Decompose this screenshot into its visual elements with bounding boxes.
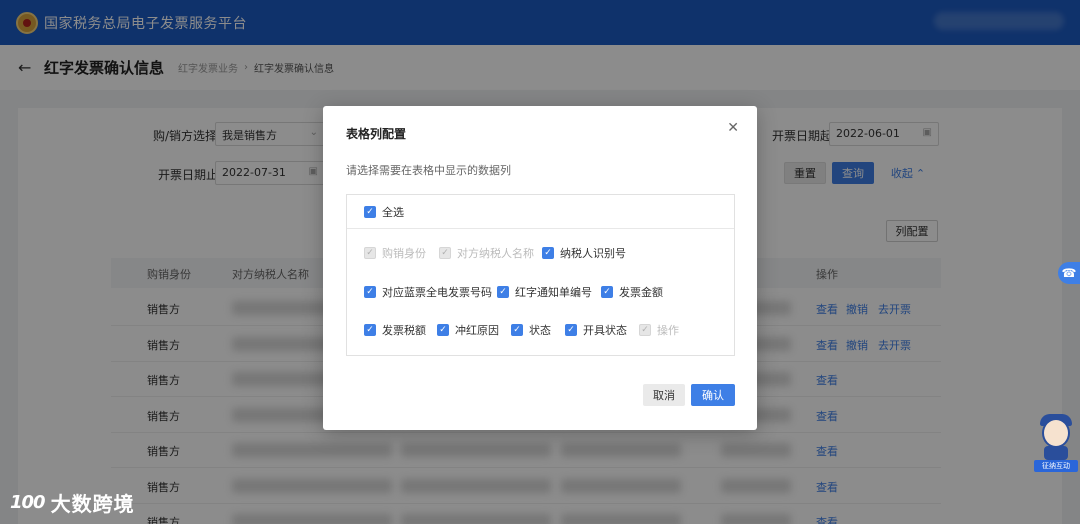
column-option-checkbox: ✓ 操作 <box>639 322 679 338</box>
checkbox-checked-icon: ✓ <box>364 324 376 336</box>
column-option-checkbox: ✓ 对方纳税人名称 <box>439 245 534 261</box>
column-option-checkbox[interactable]: ✓ 状态 <box>511 322 551 338</box>
column-option-checkbox[interactable]: ✓ 冲红原因 <box>437 322 499 338</box>
column-option-label: 购销身份 <box>382 247 426 260</box>
column-option-checkbox[interactable]: ✓ 发票税额 <box>364 322 426 338</box>
column-option-checkbox[interactable]: ✓ 红字通知单编号 <box>497 284 592 300</box>
column-option-label: 操作 <box>657 324 679 337</box>
column-option-label: 冲红原因 <box>455 324 499 337</box>
column-option-checkbox[interactable]: ✓ 纳税人识别号 <box>542 245 626 261</box>
checkbox-checked-icon: ✓ <box>437 324 449 336</box>
column-option-label: 纳税人识别号 <box>560 247 626 260</box>
column-options-panel: ✓ 全选 ✓ 购销身份 ✓ 对方纳税人名称 ✓ 纳税人识别号 ✓ 对应蓝票全电发票号码 ✓ 红字通… <box>346 194 735 356</box>
mascot-face-icon <box>1042 418 1070 448</box>
column-option-label: 发票税额 <box>382 324 426 337</box>
close-icon[interactable]: ✕ <box>727 120 739 136</box>
checkbox-checked-icon: ✓ <box>601 286 613 298</box>
column-option-checkbox[interactable]: ✓ 对应蓝票全电发票号码 <box>364 284 492 300</box>
checkbox-checked-icon: ✓ <box>364 286 376 298</box>
assistant-mascot[interactable]: 征纳互动 <box>1034 414 1078 472</box>
watermark: 100 大数跨境 <box>10 488 135 517</box>
dialog-title: 表格列配置 <box>346 127 407 141</box>
column-option-label: 状态 <box>529 324 551 337</box>
column-option-checkbox[interactable]: ✓ 发票金额 <box>601 284 663 300</box>
column-option-label: 红字通知单编号 <box>515 286 592 299</box>
divider <box>347 228 734 229</box>
confirm-button[interactable]: 确认 <box>691 384 735 406</box>
column-option-label: 开具状态 <box>583 324 627 337</box>
checkbox-checked-icon: ✓ <box>511 324 523 336</box>
watermark-logo: 100 <box>10 492 46 513</box>
checkbox-checked-icon: ✓ <box>364 206 376 218</box>
column-option-label: 对方纳税人名称 <box>457 247 534 260</box>
column-option-checkbox: ✓ 购销身份 <box>364 245 426 261</box>
checkbox-checked-icon: ✓ <box>542 247 554 259</box>
select-all-checkbox[interactable]: ✓ 全选 <box>364 204 404 220</box>
mascot-label: 征纳互动 <box>1034 460 1078 472</box>
column-option-label: 发票金额 <box>619 286 663 299</box>
mascot-body <box>1044 446 1068 460</box>
checkbox-checked-icon: ✓ <box>439 247 451 259</box>
select-all-label: 全选 <box>382 206 404 219</box>
watermark-text: 大数跨境 <box>50 492 135 516</box>
checkbox-checked-icon: ✓ <box>565 324 577 336</box>
column-option-checkbox[interactable]: ✓ 开具状态 <box>565 322 627 338</box>
checkbox-checked-icon: ✓ <box>639 324 651 336</box>
headset-icon[interactable]: ☎ <box>1058 262 1080 284</box>
checkbox-checked-icon: ✓ <box>364 247 376 259</box>
dialog-description: 请选择需要在表格中显示的数据列 <box>346 164 511 177</box>
cancel-button[interactable]: 取消 <box>643 384 685 406</box>
column-option-label: 对应蓝票全电发票号码 <box>382 286 492 299</box>
checkbox-checked-icon: ✓ <box>497 286 509 298</box>
column-config-dialog: 表格列配置 ✕ 请选择需要在表格中显示的数据列 ✓ 全选 ✓ 购销身份 ✓ 对方纳税人… <box>323 106 757 430</box>
